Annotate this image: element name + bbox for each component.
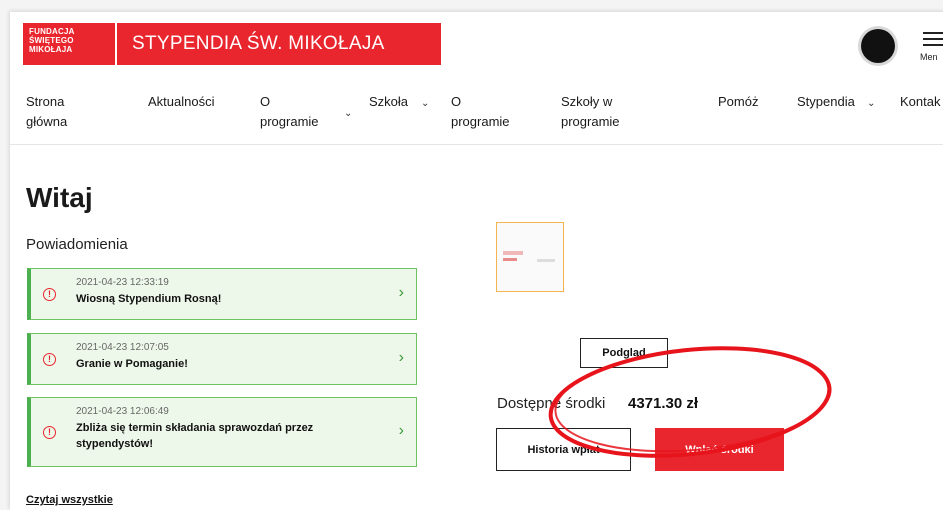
- notification-text: Granie w Pomaganie!: [76, 358, 188, 370]
- nav-label: O: [260, 94, 271, 109]
- thumbnail-content: [503, 251, 523, 255]
- alert-icon: !: [43, 353, 56, 366]
- logo-line-3: MIKOŁAJA: [29, 45, 73, 54]
- nav-item-school[interactable]: Szkoła ⌄: [369, 92, 429, 112]
- nav-label: Aktualności: [148, 94, 215, 109]
- chevron-right-icon: ›: [398, 422, 404, 439]
- nav-item-about-program-school[interactable]: O programie: [451, 92, 510, 132]
- main-navigation: Strona główna Aktualności O programie ⌄ …: [10, 88, 943, 145]
- notification-text: stypendystów!: [76, 438, 154, 450]
- preview-button[interactable]: Podgląd: [580, 338, 668, 368]
- available-funds-value: 4371.30 zł: [628, 395, 699, 412]
- nav-label: programie: [451, 114, 510, 129]
- chevron-down-icon: ⌄: [867, 98, 876, 109]
- nav-item-contact[interactable]: Kontak: [900, 92, 940, 112]
- available-funds-label: Dostępne środki: [497, 395, 606, 412]
- nav-label: główna: [26, 114, 68, 129]
- thumbnail-content: [537, 259, 555, 262]
- chevron-down-icon: ⌄: [421, 98, 430, 109]
- nav-label: programie: [561, 114, 620, 129]
- nav-item-scholarships[interactable]: Stypendia ⌄: [797, 92, 875, 112]
- notification-date: 2021-04-23 12:07:05: [76, 342, 169, 353]
- notification-text: Wiosną Stypendium Rosną!: [76, 293, 222, 305]
- nav-label: Pomóż: [718, 94, 759, 109]
- notification-item[interactable]: ! 2021-04-23 12:33:19 Wiosną Stypendium …: [27, 268, 417, 320]
- brand-title: STYPENDIA ŚW. MIKOŁAJA: [132, 33, 385, 54]
- chevron-right-icon: ›: [398, 284, 404, 301]
- hamburger-icon: [923, 32, 943, 34]
- nav-item-about-program[interactable]: O programie ⌄: [260, 92, 352, 132]
- logo-line-2: ŚWIĘTEGO: [29, 36, 74, 45]
- chevron-right-icon: ›: [398, 349, 404, 366]
- nav-item-news[interactable]: Aktualności: [148, 92, 214, 112]
- notification-date: 2021-04-23 12:33:19: [76, 277, 169, 288]
- alert-icon: !: [43, 288, 56, 301]
- notification-item[interactable]: ! 2021-04-23 12:07:05 Granie w Pomaganie…: [27, 333, 417, 385]
- payment-history-button[interactable]: Historia wpłat: [496, 428, 631, 471]
- avatar[interactable]: [861, 29, 895, 63]
- nav-item-help[interactable]: Pomóż: [718, 92, 758, 112]
- nav-label: Szkoły w: [561, 94, 613, 109]
- document-thumbnail[interactable]: [496, 222, 564, 292]
- page-title: Witaj: [26, 182, 93, 213]
- nav-label: programie: [260, 114, 319, 129]
- chevron-down-icon: ⌄: [344, 108, 353, 119]
- nav-label: Szkoła: [369, 94, 409, 109]
- nav-item-schools-in-program[interactable]: Szkoły w programie: [561, 92, 620, 132]
- notification-date: 2021-04-23 12:06:49: [76, 406, 169, 417]
- brand-title-banner[interactable]: STYPENDIA ŚW. MIKOŁAJA: [117, 23, 441, 65]
- nav-label: Stypendia: [797, 94, 855, 109]
- nav-label: Kontak: [900, 94, 941, 109]
- menu-button[interactable]: Men: [920, 30, 943, 64]
- notifications-heading: Powiadomienia: [26, 236, 128, 253]
- deposit-funds-button[interactable]: Wpłać środki: [655, 428, 784, 471]
- thumbnail-content: [503, 258, 517, 261]
- logo-line-1: FUNDACJA: [29, 27, 75, 36]
- read-all-link[interactable]: Czytaj wszystkie: [26, 494, 113, 506]
- foundation-logo[interactable]: FUNDACJA ŚWIĘTEGO MIKOŁAJA: [23, 23, 115, 65]
- page: FUNDACJA ŚWIĘTEGO MIKOŁAJA STYPENDIA ŚW.…: [10, 12, 943, 510]
- nav-item-home[interactable]: Strona główna: [26, 92, 67, 132]
- hamburger-icon-bar: [923, 38, 943, 40]
- notification-item[interactable]: ! 2021-04-23 12:06:49 Zbliża się termin …: [27, 397, 417, 467]
- menu-label: Men: [920, 52, 938, 62]
- nav-label: O: [451, 94, 462, 109]
- nav-label: Strona: [26, 94, 65, 109]
- notification-text: Zbliża się termin składania sprawozdań p…: [76, 422, 314, 434]
- hamburger-icon-bar: [923, 44, 943, 46]
- alert-icon: !: [43, 426, 56, 439]
